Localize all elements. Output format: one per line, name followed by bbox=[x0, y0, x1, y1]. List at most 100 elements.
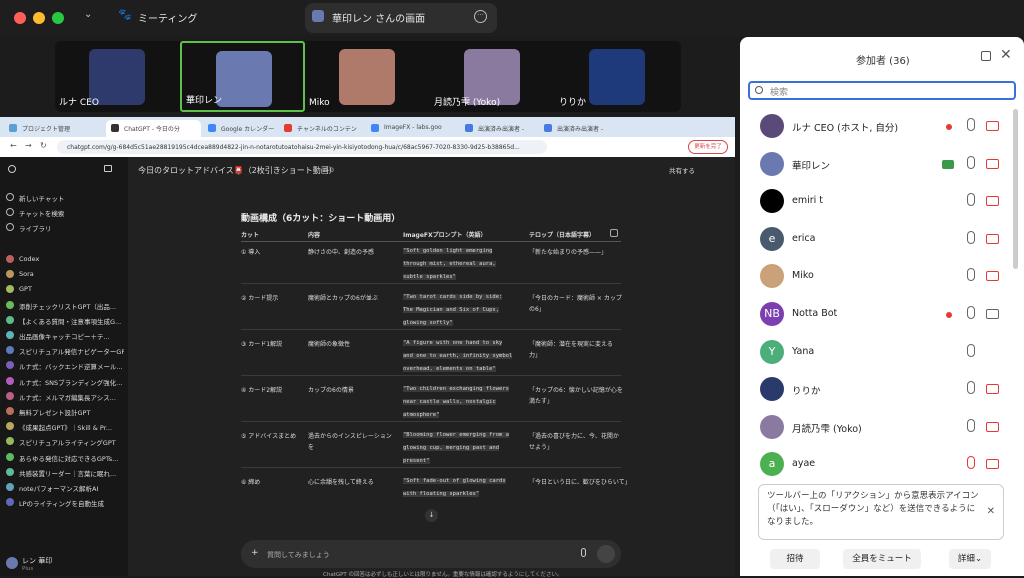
gpt-item[interactable]: ルナ式：SNSブランディング強化... bbox=[6, 376, 124, 391]
voice-mode-icon[interactable] bbox=[597, 545, 615, 563]
maximize-window-button[interactable] bbox=[52, 12, 64, 24]
mic-muted-icon[interactable] bbox=[967, 456, 975, 470]
share-button[interactable]: 共有する bbox=[669, 165, 695, 175]
invite-button[interactable]: 招待 bbox=[770, 549, 820, 569]
model-selector[interactable]: 4o bbox=[324, 165, 334, 174]
update-button[interactable]: 更新を完了 bbox=[688, 140, 728, 154]
back-icon[interactable]: ← bbox=[10, 141, 17, 150]
camera-off-icon[interactable] bbox=[986, 384, 999, 395]
video-tile[interactable]: Miko bbox=[305, 41, 430, 112]
camera-off-icon[interactable] bbox=[986, 271, 999, 282]
minimize-window-button[interactable] bbox=[33, 12, 45, 24]
browser-tab[interactable]: プロジェクト管理 bbox=[4, 120, 104, 136]
composer[interactable]: + 質問してみましょう bbox=[241, 540, 621, 568]
browser-tab[interactable]: チャンネルのコンテン bbox=[279, 120, 364, 136]
browser-tab[interactable]: Google カレンダー bbox=[203, 120, 277, 136]
participant-row[interactable]: NB Notta Bot bbox=[760, 300, 1020, 330]
camera-off-icon[interactable] bbox=[986, 459, 999, 470]
table-header-caption: テロップ（日本語字幕） bbox=[529, 232, 596, 239]
gpt-item[interactable]: 《成果起点GPT》｜Skill & Pr... bbox=[6, 422, 124, 436]
browser-tab[interactable]: 出演済み出演者 - bbox=[539, 120, 616, 136]
gpt-icon bbox=[6, 498, 14, 507]
tip-close-icon[interactable]: ✕ bbox=[987, 505, 995, 518]
copy-icon[interactable] bbox=[610, 229, 618, 237]
participant-row[interactable]: Y Yana bbox=[760, 338, 1020, 368]
participant-search-input[interactable]: 検索 bbox=[748, 81, 1016, 100]
gpt-item[interactable]: GPT bbox=[6, 285, 124, 299]
mute-all-button[interactable]: 全員をミュート bbox=[843, 549, 921, 569]
participant-row[interactable]: りりか bbox=[760, 375, 1020, 405]
gpt-item[interactable]: スピリチュアル発信ナビゲーターGPT bbox=[6, 346, 124, 360]
mic-icon[interactable] bbox=[967, 343, 975, 357]
video-tile[interactable]: りりか bbox=[555, 41, 680, 112]
sidebar-toggle-icon[interactable] bbox=[104, 165, 112, 172]
video-tile[interactable]: ルナ CEO bbox=[55, 41, 180, 112]
browser-tab[interactable]: ImageFX - labs.goo bbox=[366, 120, 458, 136]
row-caption: 「カップの6：懐かしい記憶が心を bbox=[529, 387, 623, 394]
gpt-item[interactable]: 共感装置リーダー｜言葉に眠れ... bbox=[6, 467, 124, 482]
mic-icon[interactable] bbox=[967, 155, 975, 169]
participant-name: 華印レン bbox=[792, 160, 831, 172]
participant-row[interactable]: Miko bbox=[760, 262, 1020, 292]
mic-icon[interactable] bbox=[967, 118, 975, 131]
mic-icon[interactable] bbox=[967, 230, 975, 244]
camera-icon[interactable] bbox=[986, 309, 999, 319]
reload-icon[interactable]: ↻ bbox=[40, 141, 47, 150]
gpt-item[interactable]: 無料プレゼント設計GPT bbox=[6, 407, 124, 421]
popout-icon[interactable] bbox=[981, 51, 991, 61]
mic-icon[interactable] bbox=[967, 418, 975, 432]
video-tile[interactable]: 華印レン bbox=[180, 41, 305, 112]
participants-title: 参加者 (36) bbox=[856, 56, 910, 67]
participant-row[interactable]: ルナ CEO (ホスト, 自分) bbox=[760, 112, 1020, 142]
camera-off-icon[interactable] bbox=[986, 158, 999, 169]
scrollbar[interactable] bbox=[1013, 109, 1018, 269]
camera-off-icon[interactable] bbox=[986, 196, 999, 207]
scroll-down-button[interactable]: ↓ bbox=[425, 509, 438, 522]
participant-row[interactable]: a ayae bbox=[760, 450, 1020, 480]
participant-row[interactable]: 華印レン bbox=[760, 150, 1020, 180]
gpt-item[interactable]: Codex bbox=[6, 255, 124, 269]
participant-row[interactable]: emiri t bbox=[760, 187, 1020, 217]
chevron-down-icon[interactable]: ⌄ bbox=[84, 9, 92, 20]
sidebar-item[interactable]: 新しいチャット bbox=[6, 193, 124, 207]
composer-input[interactable]: 質問してみましょう bbox=[267, 550, 330, 560]
gpt-item[interactable]: Sora bbox=[6, 270, 124, 284]
more-options-icon[interactable]: ··· bbox=[474, 10, 487, 23]
gpt-item[interactable]: 【よくある質問・注意事項生成G... bbox=[6, 315, 124, 330]
camera-off-icon[interactable] bbox=[986, 121, 999, 131]
more-button[interactable]: 詳細⌄ bbox=[949, 549, 991, 569]
sidebar-item[interactable]: ライブラリ bbox=[6, 223, 124, 237]
plus-icon[interactable]: + bbox=[251, 548, 259, 558]
participant-row[interactable]: e erica bbox=[760, 225, 1020, 255]
close-icon[interactable]: ✕ bbox=[1000, 47, 1012, 63]
gpt-item[interactable]: ルナ式：メルマガ編集長アシス... bbox=[6, 391, 124, 406]
forward-icon[interactable]: → bbox=[25, 141, 32, 150]
gpt-item[interactable]: あらゆる発信に対応できるGPTs... bbox=[6, 452, 124, 467]
mic-icon[interactable] bbox=[967, 268, 975, 282]
browser-tab[interactable]: ChatGPT - 今日の分 bbox=[106, 120, 201, 137]
camera-off-icon[interactable] bbox=[986, 421, 999, 432]
chatgpt-logo-icon[interactable] bbox=[8, 165, 16, 173]
prompt-line: "Blooming flower emerging from a bbox=[403, 432, 509, 438]
gpt-item[interactable]: ルナ式：バックエンド逆算メール... bbox=[6, 361, 124, 375]
gpt-item[interactable]: 出品画像キャッチコピー＋テ... bbox=[6, 331, 124, 345]
sidebar-item[interactable]: チャットを検索 bbox=[6, 208, 124, 222]
mic-icon[interactable] bbox=[967, 381, 975, 395]
chat-title[interactable]: 今日のタロットアドバイス📮（2枚引きショート動画） bbox=[138, 165, 337, 176]
video-tile[interactable]: 月読乃雫 (Yoko) bbox=[430, 41, 555, 112]
close-window-button[interactable] bbox=[14, 12, 26, 24]
gpt-item[interactable]: noteパフォーマンス解析AI bbox=[6, 483, 124, 497]
mic-icon[interactable] bbox=[967, 193, 975, 207]
gpt-item[interactable]: LPのライティングを自動生成 bbox=[6, 498, 124, 512]
browser-tab[interactable]: 出演済み出演者 - bbox=[460, 120, 537, 136]
row-caption: せよう」 bbox=[529, 444, 554, 451]
participant-row[interactable]: 月読乃雫 (Yoko) bbox=[760, 413, 1020, 443]
prompt-line: near castle walls, nostalgic bbox=[403, 399, 496, 405]
camera-off-icon[interactable] bbox=[986, 233, 999, 244]
mic-icon[interactable] bbox=[581, 548, 586, 557]
user-profile[interactable]: レン 華印 Plus bbox=[6, 555, 124, 575]
gpt-item[interactable]: スピリチュアルライティングGPT bbox=[6, 437, 124, 451]
gpt-item[interactable]: 添削チェックリストGPT（出品... bbox=[6, 300, 124, 315]
mic-icon[interactable] bbox=[967, 306, 975, 319]
url-field[interactable]: chatgpt.com/g/g-684d5c51ae28819195c4dcea… bbox=[57, 140, 547, 154]
